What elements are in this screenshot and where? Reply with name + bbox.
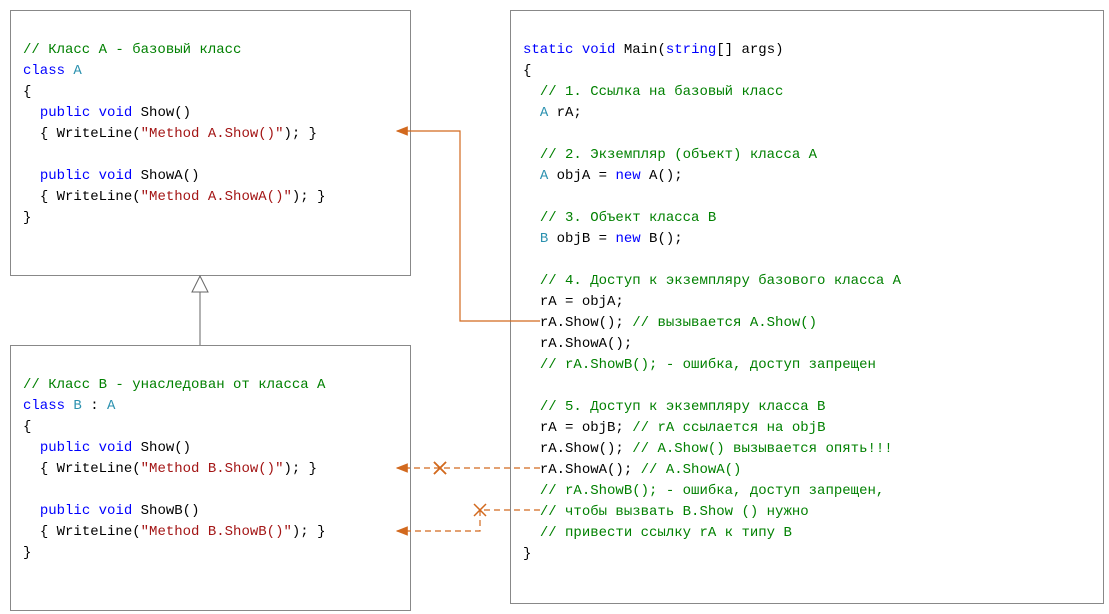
body-open: { bbox=[40, 524, 57, 540]
base-class: A bbox=[107, 398, 115, 414]
type: B bbox=[540, 231, 548, 247]
keyword: void bbox=[99, 440, 133, 456]
brace: } bbox=[23, 210, 31, 226]
stmt: rA.ShowA(); bbox=[540, 462, 641, 478]
ctor: B(); bbox=[641, 231, 683, 247]
keyword: void bbox=[99, 105, 133, 121]
call: WriteLine( bbox=[57, 126, 141, 142]
comment: // вызывается A.Show() bbox=[632, 315, 817, 331]
keyword: void bbox=[99, 168, 133, 184]
colon: : bbox=[82, 398, 107, 414]
stmt: rA.Show(); bbox=[540, 315, 632, 331]
string: "Method A.Show()" bbox=[141, 126, 284, 142]
brace: } bbox=[23, 545, 31, 561]
keyword: class bbox=[23, 63, 65, 79]
stmt: rA = objA; bbox=[540, 294, 624, 310]
keyword: public bbox=[40, 440, 90, 456]
body-close: ); } bbox=[292, 524, 326, 540]
comment: // привести ссылку rA к типу B bbox=[540, 525, 792, 541]
stmt: rA.Show(); bbox=[540, 441, 632, 457]
body-close: ); } bbox=[283, 126, 317, 142]
string: "Method B.Show()" bbox=[141, 461, 284, 477]
comment: // 1. Ссылка на базовый класс bbox=[540, 84, 784, 100]
keyword: void bbox=[99, 503, 133, 519]
stmt: rA = objB; bbox=[540, 420, 632, 436]
type: A bbox=[540, 168, 548, 184]
body-close: ); } bbox=[283, 461, 317, 477]
call: WriteLine( bbox=[57, 461, 141, 477]
type: A bbox=[540, 105, 548, 121]
keyword: public bbox=[40, 503, 90, 519]
comment: // rA.ShowB(); - ошибка, доступ запрещен… bbox=[540, 483, 884, 499]
comment: // чтобы вызвать B.Show () нужно bbox=[540, 504, 809, 520]
brace: { bbox=[23, 84, 31, 100]
brace: { bbox=[23, 419, 31, 435]
comment: // A.ShowA() bbox=[641, 462, 742, 478]
method-name: ShowA() bbox=[141, 168, 200, 184]
comment: // 5. Доступ к экземпляру класса B bbox=[540, 399, 826, 415]
body-open: { bbox=[40, 461, 57, 477]
method-name: Main( bbox=[624, 42, 666, 58]
keyword: new bbox=[615, 168, 640, 184]
comment: // 2. Экземпляр (объект) класса A bbox=[540, 147, 817, 163]
class-name: A bbox=[73, 63, 81, 79]
comment: // A.Show() вызывается опять!!! bbox=[632, 441, 892, 457]
method-name: Show() bbox=[141, 105, 191, 121]
keyword: void bbox=[582, 42, 616, 58]
main-method-box: static void Main(string[] args) { // 1. … bbox=[510, 10, 1104, 604]
brace: { bbox=[523, 63, 531, 79]
var-decl: rA; bbox=[548, 105, 582, 121]
keyword: string bbox=[666, 42, 716, 58]
comment: // rA ссылается на objB bbox=[632, 420, 825, 436]
keyword: new bbox=[615, 231, 640, 247]
brace: } bbox=[523, 546, 531, 562]
keyword: public bbox=[40, 105, 90, 121]
keyword: static bbox=[523, 42, 573, 58]
var-decl: objA = bbox=[548, 168, 615, 184]
args: [] args) bbox=[716, 42, 783, 58]
diagram-container: // Класс A - базовый класс class A { pub… bbox=[10, 10, 1099, 604]
keyword: public bbox=[40, 168, 90, 184]
class-b-box: // Класс B - унаследован от класса A cla… bbox=[10, 345, 411, 611]
string: "Method B.ShowB()" bbox=[141, 524, 292, 540]
stmt: rA.ShowA(); bbox=[540, 336, 632, 352]
body-close: ); } bbox=[292, 189, 326, 205]
comment: // rA.ShowB(); - ошибка, доступ запрещен bbox=[540, 357, 876, 373]
string: "Method A.ShowA()" bbox=[141, 189, 292, 205]
body-open: { bbox=[40, 126, 57, 142]
keyword: class bbox=[23, 398, 65, 414]
comment: // 3. Объект класса B bbox=[540, 210, 716, 226]
body-open: { bbox=[40, 189, 57, 205]
ctor: A(); bbox=[641, 168, 683, 184]
comment: // 4. Доступ к экземпляру базового класс… bbox=[540, 273, 901, 289]
class-name: B bbox=[73, 398, 81, 414]
comment: // Класс B - унаследован от класса A bbox=[23, 377, 325, 393]
class-a-box: // Класс A - базовый класс class A { pub… bbox=[10, 10, 411, 276]
comment: // Класс A - базовый класс bbox=[23, 42, 241, 58]
method-name: Show() bbox=[141, 440, 191, 456]
call: WriteLine( bbox=[57, 189, 141, 205]
var-decl: objB = bbox=[548, 231, 615, 247]
call: WriteLine( bbox=[57, 524, 141, 540]
method-name: ShowB() bbox=[141, 503, 200, 519]
inheritance-connector bbox=[192, 276, 208, 345]
